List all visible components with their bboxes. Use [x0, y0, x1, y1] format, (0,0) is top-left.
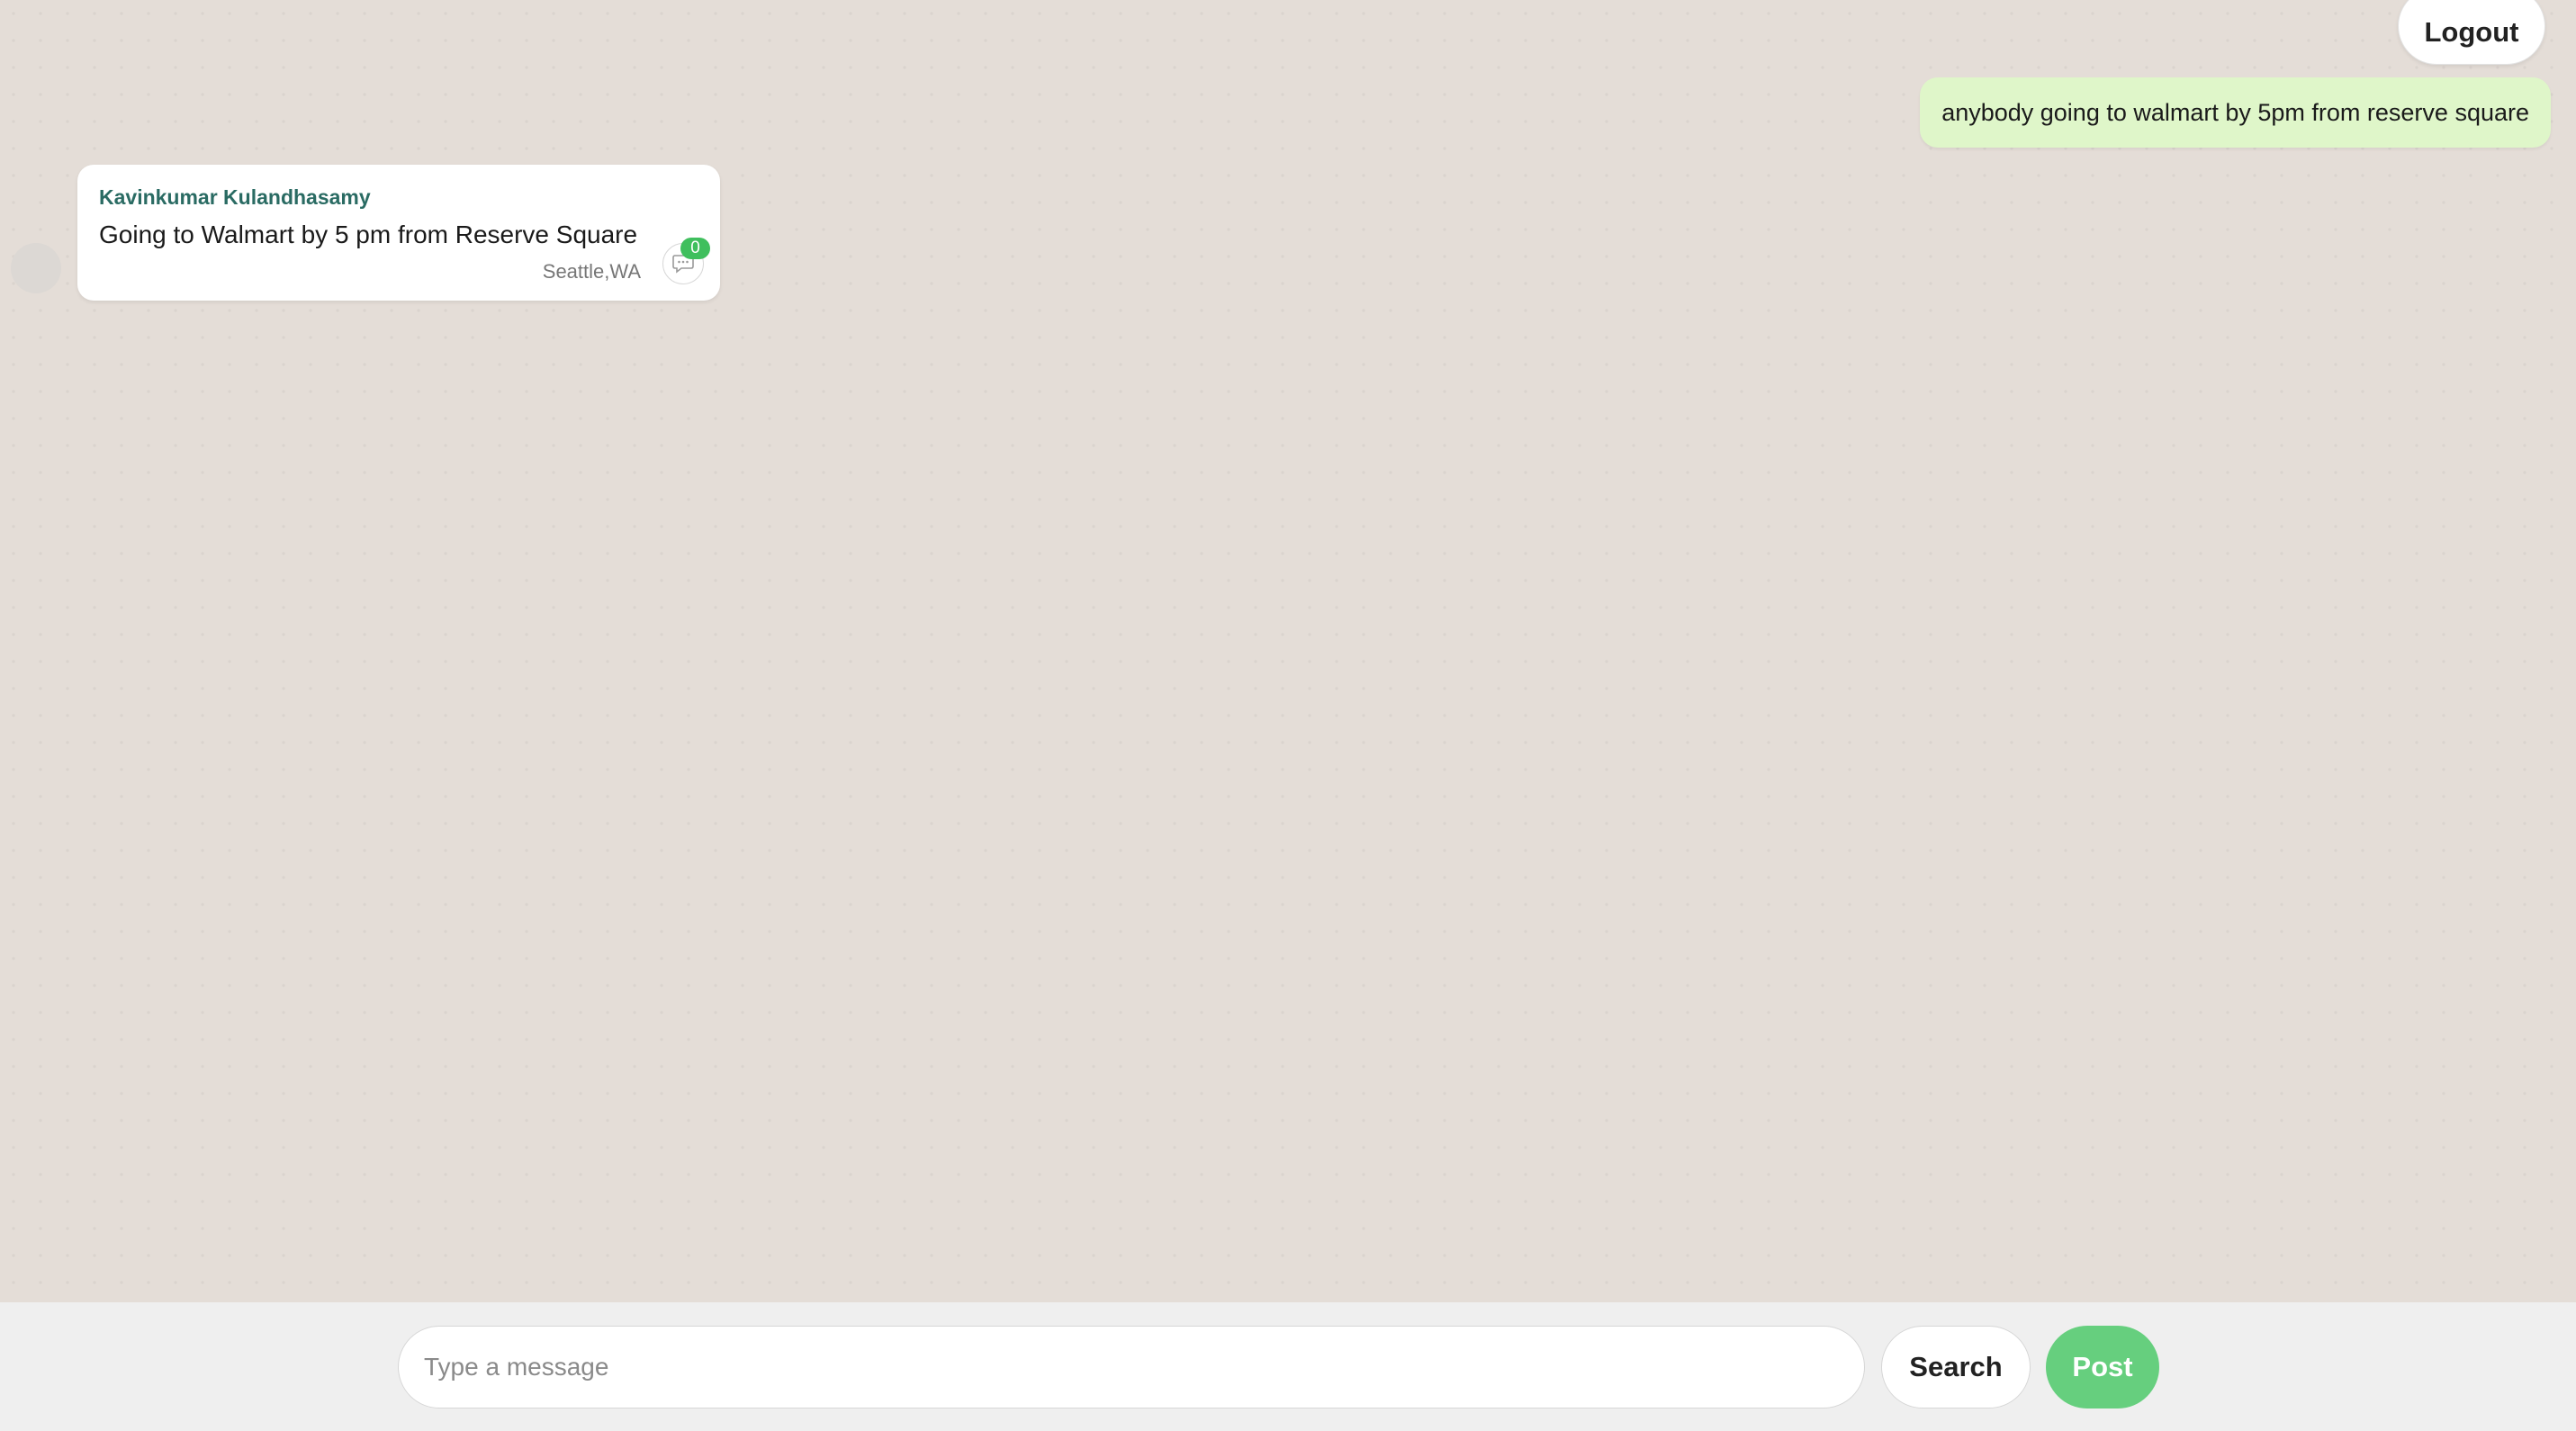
- search-button[interactable]: Search: [1881, 1326, 2031, 1408]
- message-input[interactable]: [398, 1326, 1865, 1408]
- outgoing-message-text: anybody going to walmart by 5pm from res…: [1941, 98, 2529, 126]
- sender-name: Kavinkumar Kulandhasamy: [99, 185, 371, 209]
- logout-button[interactable]: Logout: [2398, 0, 2545, 65]
- avatar: [11, 243, 61, 293]
- incoming-message-card: Kavinkumar Kulandhasamy Going to Walmart…: [77, 165, 720, 301]
- incoming-message-text: Going to Walmart by 5 pm from Reserve Sq…: [99, 220, 638, 248]
- message-location: Seattle,WA: [542, 260, 641, 283]
- post-button[interactable]: Post: [2046, 1326, 2159, 1408]
- comment-count-badge: 0: [680, 238, 710, 259]
- outgoing-message-bubble: anybody going to walmart by 5pm from res…: [1920, 77, 2551, 148]
